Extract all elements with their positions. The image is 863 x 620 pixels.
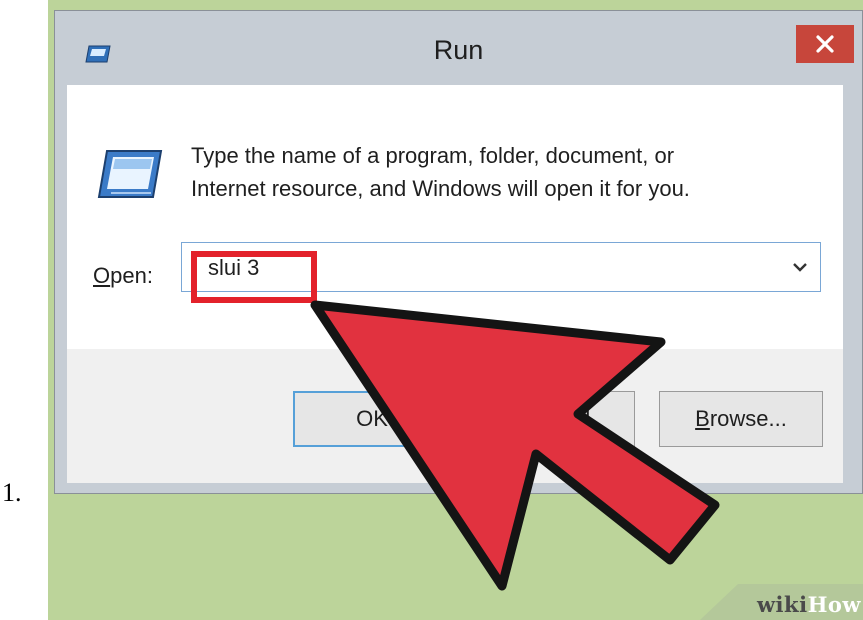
- wikihow-watermark: wikiHow: [757, 592, 861, 617]
- watermark-part-1: wiki: [756, 592, 808, 617]
- watermark-part-2: How: [807, 592, 861, 617]
- watermark-band: [700, 584, 863, 620]
